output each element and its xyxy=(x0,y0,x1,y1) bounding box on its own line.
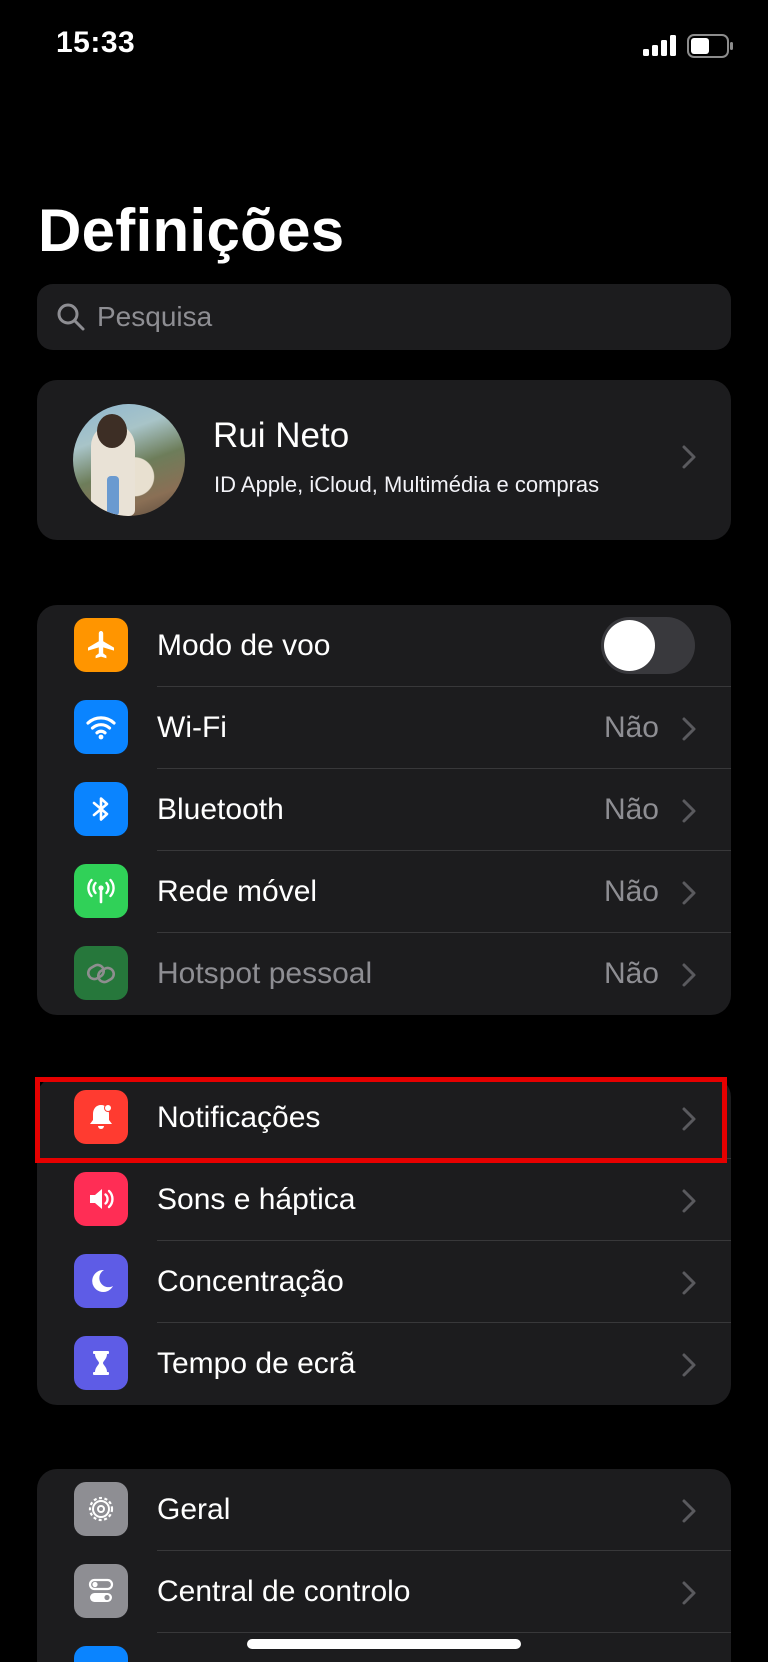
airplane-icon xyxy=(74,618,128,672)
profile-subtitle: ID Apple, iCloud, Multimédia e compras xyxy=(214,472,600,497)
cellular-value: Não xyxy=(603,875,659,908)
home-indicator[interactable] xyxy=(247,1639,521,1649)
focus-row[interactable]: Concentração xyxy=(37,1241,731,1323)
control-center-label: Central de controlo xyxy=(157,1575,411,1608)
status-bar: 15:33 xyxy=(0,0,768,96)
chevron-right-icon xyxy=(682,1107,696,1131)
avatar xyxy=(73,404,185,516)
wifi-row[interactable]: Wi-Fi Não xyxy=(37,687,731,769)
chevron-right-icon xyxy=(682,881,696,905)
airplane-mode-row[interactable]: Modo de voo xyxy=(37,605,731,687)
bluetooth-value: Não xyxy=(603,793,659,826)
chevron-right-icon xyxy=(682,1499,696,1523)
notifications-row[interactable]: Notificações xyxy=(37,1077,731,1159)
airplane-mode-label: Modo de voo xyxy=(157,629,331,662)
search-icon xyxy=(57,303,85,331)
control-center-row[interactable]: Central de controlo xyxy=(37,1551,731,1633)
wifi-value: Não xyxy=(603,711,659,744)
speaker-icon xyxy=(74,1172,128,1226)
general-row[interactable]: Geral xyxy=(37,1469,731,1551)
avatar-head xyxy=(97,414,127,448)
chevron-right-icon xyxy=(682,1581,696,1605)
screen-time-row[interactable]: Tempo de ecrã xyxy=(37,1323,731,1405)
hotspot-label: Hotspot pessoal xyxy=(157,957,373,990)
hotspot-icon xyxy=(74,946,128,1000)
chevron-right-icon xyxy=(682,717,696,741)
settings-screen: 15:33 Definições Pesquisa Rui Neto ID Ap… xyxy=(0,0,768,1662)
toggle-knob xyxy=(604,620,655,671)
chevron-right-icon xyxy=(682,1271,696,1295)
hourglass-icon xyxy=(74,1336,128,1390)
cellular-row[interactable]: Rede móvel Não xyxy=(37,851,731,933)
bell-icon xyxy=(74,1090,128,1144)
apple-id-profile-row[interactable]: Rui Neto ID Apple, iCloud, Multimédia e … xyxy=(37,380,731,540)
chevron-right-icon xyxy=(682,1189,696,1213)
hotspot-value: Não xyxy=(603,957,659,990)
search-placeholder: Pesquisa xyxy=(97,301,213,332)
antenna-icon xyxy=(74,864,128,918)
battery-icon xyxy=(687,34,733,58)
cellular-label: Rede móvel xyxy=(157,875,318,908)
notifications-group: Notificações Sons e háptica Concentração xyxy=(37,1077,731,1405)
chevron-right-icon xyxy=(682,963,696,987)
page-title: Definições xyxy=(38,197,345,264)
chevron-right-icon xyxy=(682,445,696,469)
sounds-label: Sons e háptica xyxy=(157,1183,356,1216)
screen-time-label: Tempo de ecrã xyxy=(157,1347,356,1380)
bluetooth-row[interactable]: Bluetooth Não xyxy=(37,769,731,851)
general-label: Geral xyxy=(157,1493,231,1526)
profile-name: Rui Neto xyxy=(213,416,350,455)
status-time: 15:33 xyxy=(56,26,136,59)
avatar-detail xyxy=(107,476,119,516)
chevron-right-icon xyxy=(682,1353,696,1377)
wifi-icon xyxy=(74,700,128,754)
display-icon xyxy=(74,1646,128,1662)
bluetooth-label: Bluetooth xyxy=(157,793,284,826)
connectivity-group: Modo de voo Wi-Fi Não Bluetooth Não Rede… xyxy=(37,605,731,1015)
wifi-label: Wi-Fi xyxy=(157,711,227,744)
bluetooth-icon xyxy=(74,782,128,836)
focus-label: Concentração xyxy=(157,1265,344,1298)
general-group: Geral Central de controlo xyxy=(37,1469,731,1662)
airplane-mode-toggle[interactable] xyxy=(601,617,695,674)
cellular-signal-icon xyxy=(643,35,676,56)
search-input[interactable]: Pesquisa xyxy=(37,284,731,350)
switches-icon xyxy=(74,1564,128,1618)
chevron-right-icon xyxy=(682,799,696,823)
notifications-label: Notificações xyxy=(157,1101,321,1134)
moon-icon xyxy=(74,1254,128,1308)
gear-icon xyxy=(74,1482,128,1536)
sounds-row[interactable]: Sons e háptica xyxy=(37,1159,731,1241)
hotspot-row[interactable]: Hotspot pessoal Não xyxy=(37,933,731,1015)
